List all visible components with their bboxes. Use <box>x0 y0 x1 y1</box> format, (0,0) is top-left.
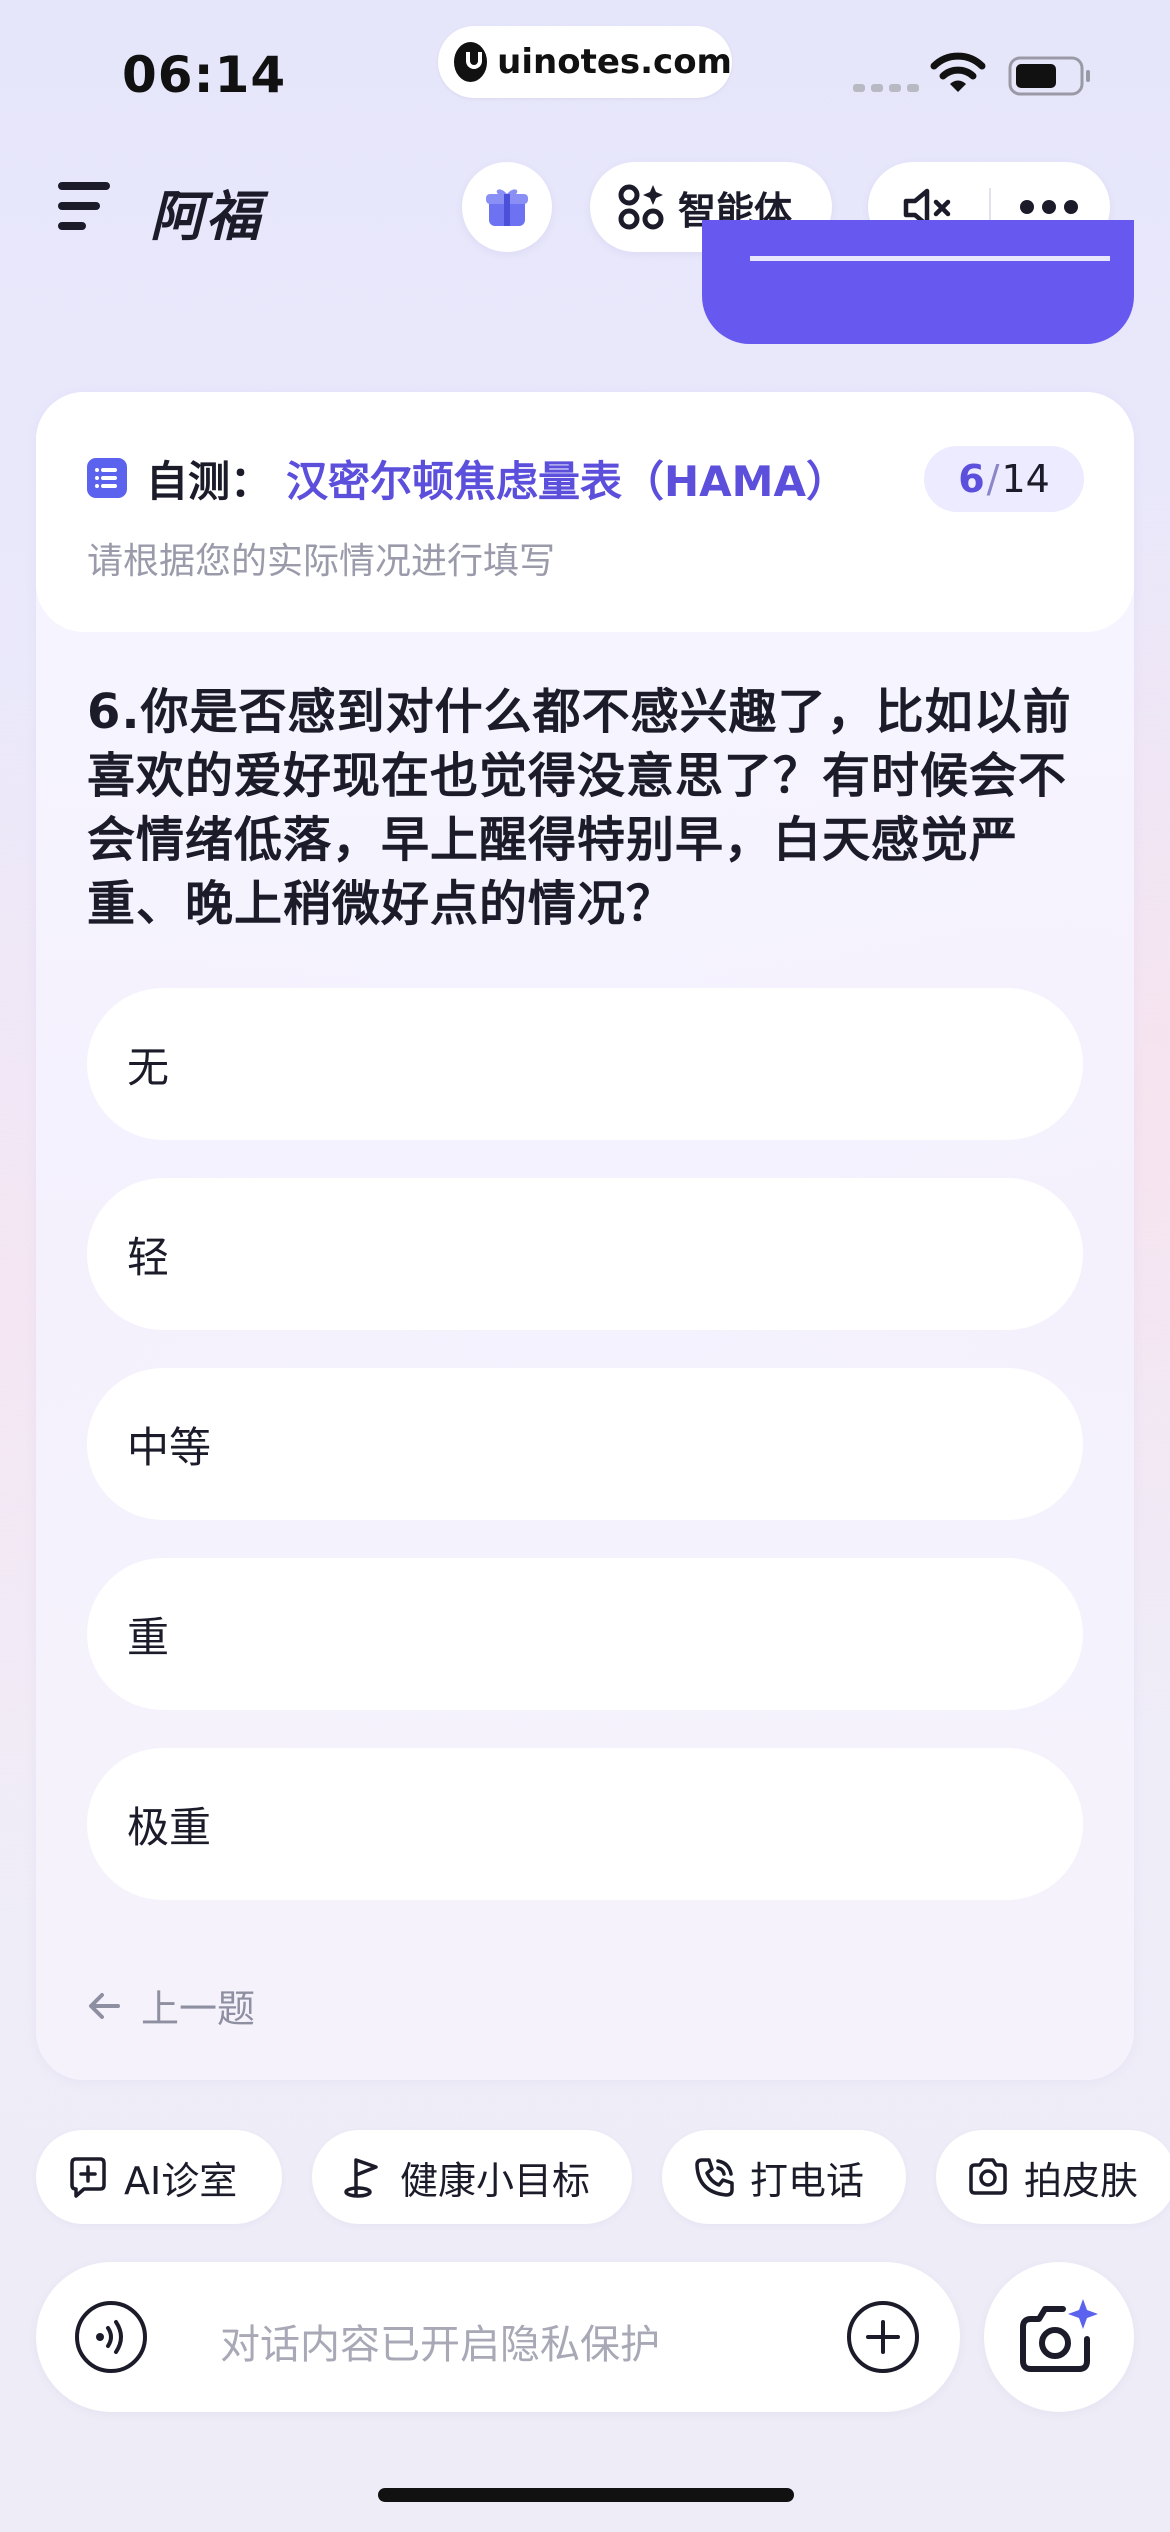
chip-label: AI诊室 <box>124 2158 238 2203</box>
question-text: 6.你是否感到对什么都不感兴趣了，比如以前喜欢的爱好现在也觉得没意思了？有时候会… <box>87 684 1072 932</box>
option-severe[interactable]: 重 <box>87 1558 1083 1710</box>
chip-label: 打电话 <box>750 2158 865 2203</box>
status-time: 06:14 <box>122 46 287 104</box>
url-badge: uinotes.com <box>438 26 732 98</box>
option-mild[interactable]: 轻 <box>87 1178 1083 1330</box>
agents-grid-icon <box>618 184 664 230</box>
option-label: 无 <box>127 1042 170 1092</box>
progress-badge: 6 / 14 <box>924 446 1084 512</box>
wifi-icon <box>930 52 986 92</box>
questionnaire-prefix: 自测： <box>146 457 273 506</box>
option-none[interactable]: 无 <box>87 988 1083 1140</box>
chip-label: 拍皮肤 <box>1024 2158 1139 2203</box>
home-indicator[interactable] <box>378 2488 794 2502</box>
progress-current: 6 <box>958 457 985 501</box>
previous-question-button[interactable]: 上一题 <box>87 1978 255 2033</box>
battery-icon <box>1008 56 1090 96</box>
app-title: 阿福 <box>150 185 262 248</box>
chip-ai-clinic[interactable]: AI诊室 <box>36 2130 282 2224</box>
url-text: uinotes.com <box>497 42 732 82</box>
ai-camera-icon <box>1020 2299 1098 2372</box>
cellular-signal-icon <box>853 84 919 92</box>
questionnaire-subtitle: 请根据您的实际情况进行填写 <box>87 541 556 582</box>
user-message-text-fragment <box>750 238 1110 261</box>
option-label: 极重 <box>127 1802 212 1852</box>
voice-input-icon[interactable] <box>74 2300 148 2374</box>
option-moderate[interactable]: 中等 <box>87 1368 1083 1520</box>
chip-health-goal[interactable]: 健康小目标 <box>312 2130 632 2224</box>
uinotes-logo-icon <box>454 42 488 82</box>
previous-question-label: 上一题 <box>141 1987 256 2031</box>
gift-icon <box>486 189 528 226</box>
menu-icon[interactable] <box>58 182 110 230</box>
camera-icon <box>969 2158 1007 2195</box>
gift-button[interactable] <box>462 162 552 252</box>
user-message-bubble <box>702 220 1134 344</box>
chip-label: 健康小目标 <box>400 2158 591 2203</box>
questionnaire-header <box>36 392 1134 632</box>
chip-skin-photo[interactable]: 拍皮肤 <box>936 2130 1170 2224</box>
chat-plus-icon <box>70 2157 106 2198</box>
camera-button[interactable] <box>984 2262 1134 2412</box>
progress-separator: / <box>986 457 1000 501</box>
document-icon <box>87 458 127 498</box>
arrow-left-icon <box>89 1992 120 2019</box>
progress-total: 14 <box>1001 457 1050 501</box>
flag-icon <box>344 2158 378 2198</box>
option-label: 轻 <box>127 1232 170 1282</box>
option-label: 重 <box>127 1612 170 1662</box>
questionnaire-title: 汉密尔顿焦虑量表（HAMA） <box>286 457 848 506</box>
plus-circle-icon[interactable] <box>846 2300 920 2374</box>
phone-icon <box>695 2158 734 2197</box>
message-input-bar[interactable]: 对话内容已开启隐私保护 <box>36 2262 960 2412</box>
message-input-placeholder[interactable]: 对话内容已开启隐私保护 <box>220 2312 660 2370</box>
option-very-severe[interactable]: 极重 <box>87 1748 1083 1900</box>
more-icon[interactable] <box>1018 198 1080 216</box>
chip-phone-call[interactable]: 打电话 <box>662 2130 906 2224</box>
option-label: 中等 <box>127 1422 212 1472</box>
